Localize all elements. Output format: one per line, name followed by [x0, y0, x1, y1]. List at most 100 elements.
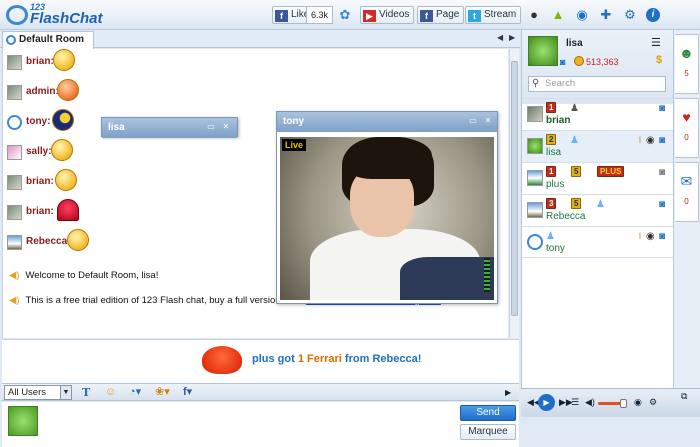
level-badge: 1 — [546, 102, 557, 113]
side-tabs: ☻ 5 ♥ 0 ✉ 0 — [673, 30, 700, 417]
scroll-thumb[interactable] — [511, 61, 518, 316]
gear-icon[interactable]: ⚙ — [622, 7, 638, 23]
user-item[interactable]: ♟ tony ⏽ ◉ ◙ — [522, 226, 674, 258]
send-button[interactable]: Send — [460, 405, 516, 421]
apple-icon[interactable]: ● — [526, 7, 542, 23]
close-icon[interactable]: ✕ — [221, 122, 231, 132]
tab-default-room[interactable]: Default Room — [2, 31, 94, 49]
playlist-icon[interactable]: ☰ — [571, 397, 579, 408]
settings-icon[interactable]: ⚙ — [649, 397, 657, 408]
emoticon-angry-icon — [57, 79, 79, 101]
minimize-icon[interactable]: ▭ — [206, 122, 216, 132]
user-status-icon: ◙ — [659, 167, 666, 178]
tony-video-window[interactable]: tony ▭ ✕ Live — [276, 111, 498, 304]
mute-icon[interactable]: ◉ — [634, 397, 642, 408]
credit-balance: 513,363 — [586, 57, 619, 67]
list-menu-icon[interactable]: ☰ — [651, 36, 661, 49]
user-avatar[interactable] — [7, 235, 22, 250]
app-logo[interactable]: 123 FlashChat — [4, 2, 122, 28]
tab-next-arrow-icon[interactable]: ▶ — [509, 33, 515, 42]
user-item[interactable]: 3 5 ♟ Rebecca ◙ — [522, 194, 674, 226]
speaker-icon: ◀) — [9, 295, 20, 306]
tab-prev-arrow-icon[interactable]: ◀ — [497, 33, 503, 42]
user-status-icon: ◙ — [659, 135, 666, 146]
recipient-select[interactable]: All Users ▼ — [4, 385, 72, 400]
user-avatar — [527, 106, 543, 122]
message-username[interactable]: admin: — [26, 86, 59, 97]
chevron-down-icon: ▼ — [60, 386, 71, 399]
info-icon[interactable]: i — [646, 8, 660, 22]
user-item[interactable]: 1 ♟ brian ◙ — [522, 98, 674, 130]
webcam-icon: ◉ — [646, 231, 655, 242]
speaker-icon: ◀) — [9, 270, 20, 281]
users-group-icon: ☻ — [679, 45, 694, 61]
marquee-button[interactable]: Marquee — [460, 424, 516, 440]
coin-icon — [574, 56, 584, 66]
user-status-icon: ◙ — [659, 103, 666, 114]
self-avatar[interactable] — [528, 36, 558, 66]
volume-icon[interactable]: ◀) — [585, 397, 595, 408]
message-username[interactable]: brian: — [26, 206, 54, 217]
tab-rooms[interactable]: ✉ 0 — [675, 162, 699, 222]
facebook-page-icon: f — [420, 10, 433, 22]
videos-button[interactable]: ▶ Videos — [360, 6, 415, 24]
ferrari-icon — [202, 346, 242, 374]
bow-icon[interactable]: ✿ — [337, 7, 353, 23]
emoticon-moon-icon — [52, 109, 74, 131]
logo-name: FlashChat — [30, 10, 103, 27]
android-icon[interactable]: ▲ — [550, 7, 566, 23]
stream-button[interactable]: t Stream — [465, 6, 522, 24]
emoticon-rose-icon — [57, 199, 79, 221]
facebook-share-icon[interactable]: f▾ — [183, 385, 192, 400]
self-name: lisa — [566, 38, 583, 49]
gift-announcement: plus got 1 Ferrari from Rebecca! — [2, 339, 519, 383]
tab-users[interactable]: ☻ 5 — [675, 34, 699, 94]
expand-arrow-icon[interactable]: ▶ — [505, 385, 511, 400]
webcam-video: Live — [280, 137, 494, 300]
player-expand-icon[interactable]: ⧉ — [681, 391, 687, 402]
logo-ring-icon — [6, 5, 28, 25]
message-username[interactable]: brian: — [26, 176, 54, 187]
chat-scrollbar[interactable] — [509, 49, 519, 338]
user-item[interactable]: 2 ♟ lisa ⏽ ◉ ◙ — [522, 130, 674, 162]
user-type-icon: ♟ — [596, 199, 605, 210]
bubble-style-icon[interactable]: ◔▾ — [129, 385, 141, 400]
user-status-icon: ◙ — [659, 199, 666, 210]
window-title[interactable]: lisa — [102, 118, 237, 138]
user-avatar[interactable] — [7, 85, 22, 100]
live-badge: Live — [282, 139, 307, 151]
user-avatar — [527, 202, 543, 218]
message-composer[interactable]: Send Marquee — [2, 402, 519, 447]
user-avatar[interactable] — [7, 205, 22, 220]
play-button[interactable]: ▶ — [538, 394, 555, 411]
emoticon-picker-icon[interactable]: ☺ — [105, 385, 116, 400]
self-profile: lisa ☰ ◙ 513,363 $ ⚲ Search — [522, 30, 674, 104]
minimize-icon[interactable]: ▭ — [468, 116, 478, 126]
dollar-icon[interactable]: $ — [656, 54, 662, 66]
page-button[interactable]: f Page — [417, 6, 465, 24]
vip-badge: 5 — [571, 198, 582, 209]
volume-knob[interactable] — [620, 399, 627, 408]
window-title[interactable]: tony — [277, 112, 497, 132]
message-username[interactable]: brian: — [26, 56, 54, 67]
gift-icon[interactable]: ✚ — [598, 7, 614, 23]
level-badge: 3 — [546, 198, 557, 209]
user-avatar[interactable] — [7, 145, 22, 160]
user-avatar[interactable] — [7, 115, 22, 130]
user-avatar[interactable] — [7, 175, 22, 190]
user-item[interactable]: 1 5 PLUS plus ◙ — [522, 162, 674, 194]
close-icon[interactable]: ✕ — [483, 116, 493, 126]
music-player: ◀◀ ▶ ▶▶ ☰ ◀) ◉ ⚙ ⧉ — [521, 388, 700, 417]
user-status-icon[interactable]: ◙ — [560, 57, 565, 67]
gift-picker-icon[interactable]: ❀▾ — [155, 385, 170, 400]
user-avatar[interactable] — [7, 55, 22, 70]
text-format-icon[interactable]: T — [82, 385, 90, 400]
tab-friends[interactable]: ♥ 0 — [675, 98, 699, 158]
lisa-video-window[interactable]: lisa ▭ ✕ — [101, 117, 238, 138]
search-input[interactable]: ⚲ Search — [528, 76, 666, 92]
message-username[interactable]: tony: — [26, 116, 50, 127]
message-username[interactable]: sally: — [26, 146, 52, 157]
webcam-icon[interactable]: ◉ — [574, 7, 590, 23]
message-username[interactable]: Rebecca: — [26, 236, 70, 247]
webcam-icon: ◉ — [646, 135, 655, 146]
